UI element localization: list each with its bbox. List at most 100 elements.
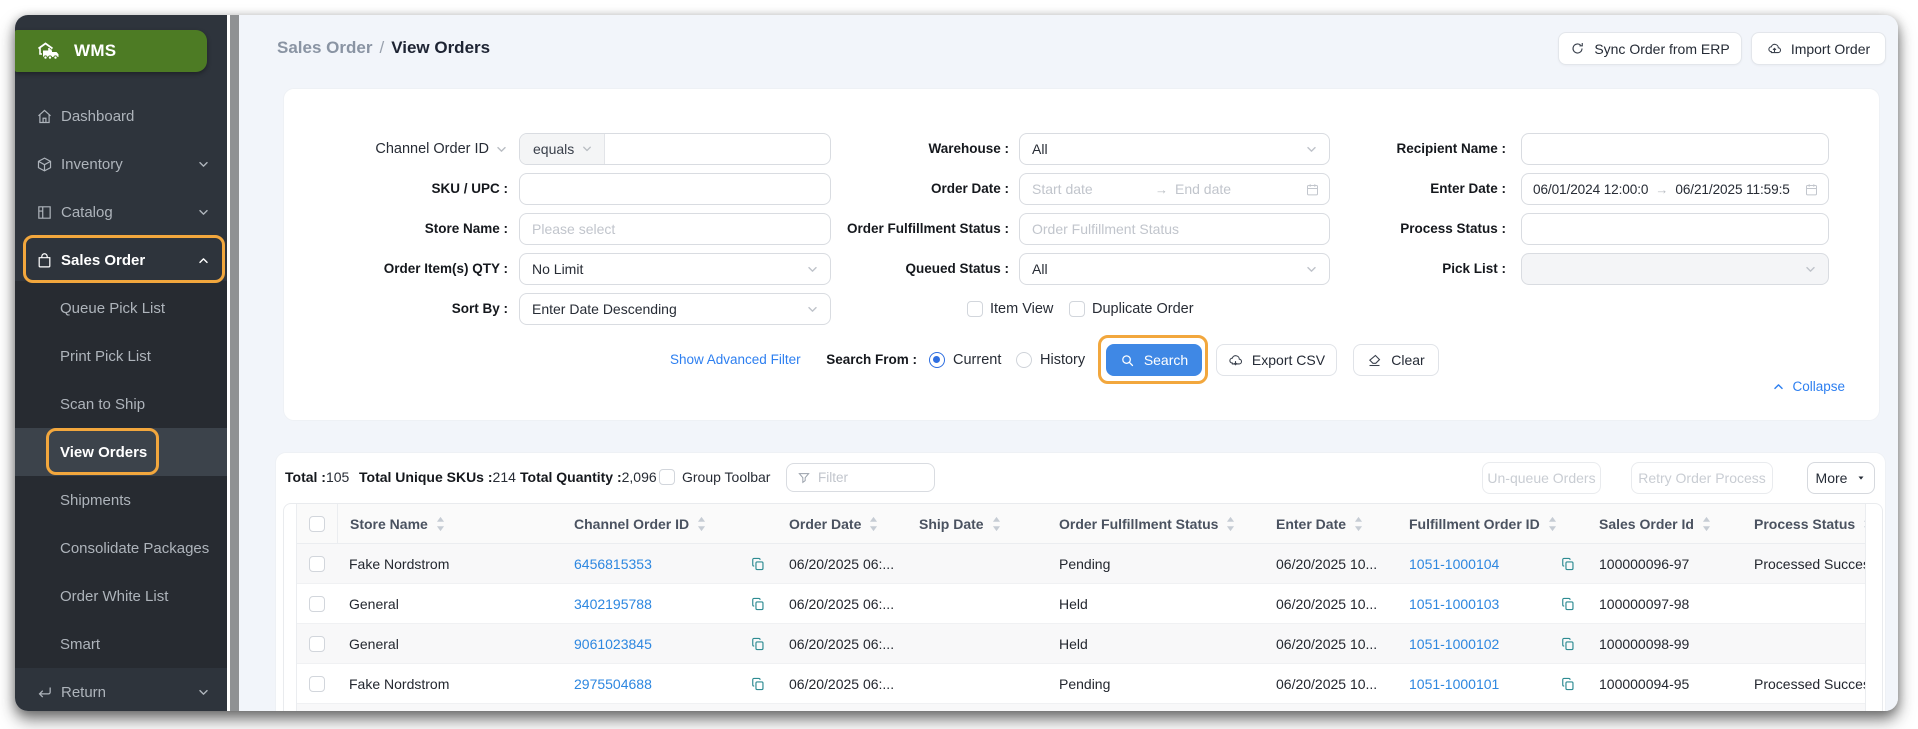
page-title: View Orders	[391, 38, 491, 57]
retry-order-process-button[interactable]: Retry Order Process	[1631, 462, 1773, 494]
enter-date-cell: 06/20/2025 10...	[1276, 675, 1378, 692]
sidebar-item-queue-pick-list[interactable]: Queue Pick List	[15, 284, 227, 332]
sorter-icon[interactable]	[1701, 516, 1712, 532]
order-date-end[interactable]: End date	[1175, 181, 1231, 197]
channel-order-id-link[interactable]: 9061023845	[574, 636, 652, 652]
sorter-icon[interactable]	[1225, 516, 1236, 532]
enter-date-end[interactable]: 06/21/2025 11:59:5	[1675, 182, 1789, 197]
duplicate-order-checkbox[interactable]	[1069, 301, 1085, 317]
row-checkbox[interactable]	[309, 555, 325, 572]
fulfillment-order-id-link[interactable]: 1051-1000103	[1409, 596, 1499, 612]
sidebar-item-sales-order[interactable]: Sales Order	[15, 236, 227, 284]
copy-icon[interactable]	[751, 637, 765, 651]
sidebar-item-scan-to-ship[interactable]: Scan to Ship	[15, 380, 227, 428]
sidebar-item-shipments[interactable]: Shipments	[15, 476, 227, 524]
sync-order-from-erp-button[interactable]: Sync Order from ERP	[1558, 32, 1742, 65]
sorter-icon[interactable]	[991, 516, 1002, 532]
enter-date-range-picker[interactable]: 06/01/2024 12:00:0 → 06/21/2025 11:59:5	[1521, 173, 1829, 205]
unique-skus-value: 214	[492, 469, 516, 485]
order-date-start[interactable]: Start date	[1020, 181, 1148, 197]
enter-date-start[interactable]: 06/01/2024 12:00:0	[1522, 182, 1648, 197]
channel-order-id-link[interactable]: 6456815353	[574, 556, 652, 572]
sidebar-item-view-orders[interactable]: View Orders	[15, 428, 227, 476]
header-process-status[interactable]: Process Status	[1742, 504, 1865, 543]
header-order-date[interactable]: Order Date	[777, 504, 907, 543]
main-content: Sales Order / View Orders Sync Order from …	[239, 15, 1898, 711]
fulfillment-order-id-link[interactable]: 1051-1000104	[1409, 556, 1499, 572]
fulfillment-order-id-link[interactable]: 1051-1000101	[1409, 676, 1499, 692]
row-checkbox[interactable]	[309, 595, 325, 612]
sort-by-select[interactable]: Enter Date Descending	[519, 293, 831, 325]
search-button-label: Search	[1143, 352, 1189, 368]
unqueue-orders-label: Un-queue Orders	[1487, 470, 1596, 486]
unqueue-orders-button[interactable]: Un-queue Orders	[1482, 462, 1601, 494]
copy-icon[interactable]	[1561, 597, 1575, 611]
row-checkbox[interactable]	[309, 675, 325, 692]
copy-icon[interactable]	[751, 557, 765, 571]
header-enter-date[interactable]: Enter Date	[1264, 504, 1397, 543]
sidebar-item-consolidate-packages[interactable]: Consolidate Packages	[15, 524, 227, 572]
process-status-cell: Processed Success	[1754, 555, 1865, 572]
copy-icon[interactable]	[751, 677, 765, 691]
copy-icon[interactable]	[1561, 557, 1575, 571]
export-csv-button[interactable]: Export CSV	[1216, 344, 1337, 376]
scrollbar-thumb[interactable]	[230, 15, 239, 711]
sorter-icon[interactable]	[1547, 516, 1558, 532]
sorter-icon[interactable]	[868, 516, 879, 532]
wms-logo[interactable]: WMS	[15, 30, 207, 72]
sidebar-item-return[interactable]: Return	[15, 668, 227, 711]
header-channel-order-id[interactable]: Channel Order ID	[562, 504, 777, 543]
item-view-checkbox[interactable]	[967, 301, 983, 317]
orders-table: Store Name Channel Order ID Order Date S…	[296, 504, 1866, 711]
header-order-fulfillment-status[interactable]: Order Fulfillment Status	[1047, 504, 1264, 543]
collapse-link[interactable]: Collapse	[1772, 379, 1845, 394]
search-button[interactable]: Search	[1106, 344, 1202, 376]
sorter-icon[interactable]	[696, 516, 707, 532]
quantity-label: Total Quantity :	[520, 469, 622, 485]
channel-order-id-operator-select[interactable]: equals	[520, 134, 606, 164]
sidebar-item-inventory[interactable]: Inventory	[15, 140, 227, 188]
column-title: Store Name	[350, 515, 428, 532]
copy-icon[interactable]	[1561, 677, 1575, 691]
duplicate-order-label: Duplicate Order	[1092, 301, 1194, 317]
row-checkbox[interactable]	[309, 635, 325, 652]
caret-down-icon	[1856, 473, 1866, 483]
fulfillment-status-cell: Held	[1059, 635, 1088, 652]
copy-icon[interactable]	[751, 597, 765, 611]
sorter-icon[interactable]	[1862, 516, 1865, 532]
channel-order-id-label: Channel Order ID	[375, 141, 489, 157]
sidebar-item-dashboard[interactable]: Dashboard	[15, 92, 227, 140]
fulfillment-status-cell: Pending	[1059, 675, 1111, 692]
header-fulfillment-order-id[interactable]: Fulfillment Order ID	[1397, 504, 1587, 543]
header-store-name[interactable]: Store Name	[337, 504, 562, 543]
copy-icon[interactable]	[1561, 637, 1575, 651]
history-radio[interactable]	[1016, 352, 1032, 368]
breadcrumb-section[interactable]: Sales Order	[277, 38, 372, 57]
fulfillment-order-id-link[interactable]: 1051-1000102	[1409, 636, 1499, 652]
sidebar-item-catalog[interactable]: Catalog	[15, 188, 227, 236]
channel-order-id-link[interactable]: 3402195788	[574, 596, 652, 612]
sidebar-item-label: Sales Order	[61, 251, 146, 269]
header-ship-date[interactable]: Ship Date	[907, 504, 1047, 543]
sidebar-item-order-white-list[interactable]: Order White List	[15, 572, 227, 620]
channel-order-id-field-selector[interactable]: Channel Order ID	[284, 133, 508, 165]
select-all-checkbox[interactable]	[309, 515, 325, 532]
fulfillment-order-id-cell: 1051-1000104	[1397, 544, 1587, 583]
recipient-name-input[interactable]	[1522, 134, 1828, 164]
sidebar-item-smart[interactable]: Smart	[15, 620, 227, 668]
sorter-icon[interactable]	[1353, 516, 1364, 532]
group-toolbar-checkbox[interactable]	[659, 469, 675, 485]
sidebar-item-print-pick-list[interactable]: Print Pick List	[15, 332, 227, 380]
clear-button[interactable]: Clear	[1353, 344, 1439, 376]
channel-order-id-link[interactable]: 2975504688	[574, 676, 652, 692]
import-order-button[interactable]: Import Order	[1751, 32, 1886, 65]
page-scrollbar[interactable]	[227, 15, 239, 711]
header-sales-order-id[interactable]: Sales Order Id	[1587, 504, 1742, 543]
table-filter-input[interactable]	[811, 470, 934, 485]
more-button[interactable]: More	[1807, 462, 1875, 494]
queued-status-label: Queued Status :	[905, 261, 1009, 276]
current-radio[interactable]	[929, 352, 945, 368]
process-status-input[interactable]	[1522, 214, 1828, 244]
search-from-current-option: Current	[929, 352, 1001, 368]
sorter-icon[interactable]	[435, 516, 446, 532]
